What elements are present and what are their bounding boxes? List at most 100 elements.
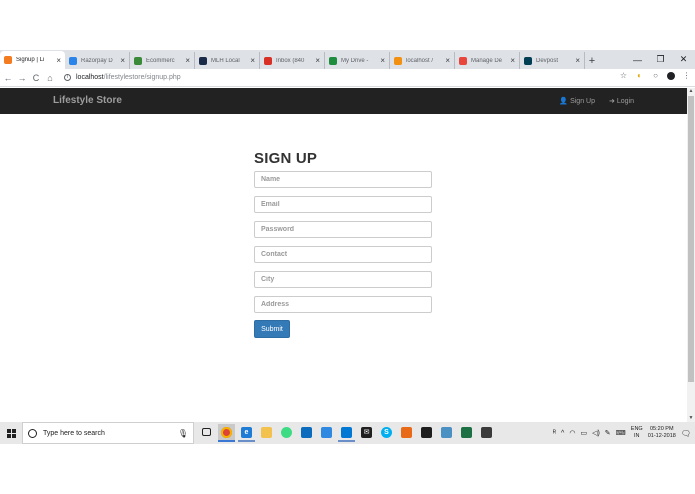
email-input[interactable] (254, 196, 432, 213)
people-icon[interactable]: ᴿ (553, 430, 556, 437)
extension-icon[interactable]: ○ (651, 71, 660, 80)
drive-favicon-icon (329, 56, 337, 65)
browser-tab[interactable]: My Drive - × (325, 52, 390, 69)
wifi-icon[interactable]: ◠ (569, 429, 575, 437)
window-controls: — ❐ ✕ (626, 50, 695, 69)
browser-tab[interactable]: localhost / × (390, 52, 455, 69)
vscode-app-icon[interactable] (338, 424, 355, 442)
android-app-icon[interactable] (278, 424, 295, 442)
browser-menu-icon[interactable]: ⋮ (682, 71, 691, 80)
clock[interactable]: 05:20 PM 01-12-2018 (648, 426, 676, 440)
password-input[interactable] (254, 221, 432, 238)
home-icon[interactable]: ⌂ (44, 70, 56, 86)
address-bar[interactable]: i localhost /lifestylestore/signup.php (64, 71, 584, 85)
excel-app-icon[interactable] (458, 424, 475, 442)
tab-close-icon[interactable]: × (315, 56, 320, 65)
reload-icon[interactable]: C (30, 70, 42, 86)
browser-tab[interactable]: Ecommerc × (130, 52, 195, 69)
scroll-down-icon[interactable]: ▼ (687, 415, 695, 422)
minimize-icon[interactable]: — (626, 50, 649, 69)
address-input[interactable] (254, 296, 432, 313)
tab-close-icon[interactable]: × (56, 56, 61, 65)
chrome-app-icon[interactable] (218, 424, 235, 442)
tab-close-icon[interactable]: × (445, 56, 450, 65)
notes-app-icon[interactable] (438, 424, 455, 442)
page-title: SIGN UP (254, 150, 318, 167)
terminal-app-icon[interactable] (418, 424, 435, 442)
nav-signup-label: Sign Up (570, 97, 595, 105)
browser-tab-label: MLH Local (211, 57, 240, 64)
browser-tab[interactable]: Devpost × (520, 52, 585, 69)
tab-close-icon[interactable]: × (510, 56, 515, 65)
cortana-icon (28, 428, 37, 438)
task-view-icon[interactable] (198, 424, 215, 442)
taskbar-search-box[interactable]: Type here to search 🎙 (22, 422, 194, 444)
submit-button[interactable]: Submit (254, 320, 290, 338)
browser-tab-label: Signup | Li (16, 57, 45, 63)
lifestyle-favicon-icon (4, 56, 12, 64)
nav-links: 👤 Sign Up ➜ Login (559, 97, 634, 106)
clock-date: 01-12-2018 (647, 433, 676, 439)
profile-avatar-icon[interactable] (667, 71, 675, 80)
browser-tab[interactable]: Inbox (840 × (260, 52, 325, 69)
ecommerce-favicon-icon (134, 56, 142, 65)
tab-close-icon[interactable]: × (120, 56, 125, 65)
html-app-icon[interactable] (398, 424, 415, 442)
language-code: ENG (630, 426, 643, 432)
tab-close-icon[interactable]: × (185, 56, 190, 65)
bookmark-star-icon[interactable]: ☆ (619, 71, 628, 80)
user-icon: 👤 (559, 98, 569, 105)
name-input[interactable] (254, 171, 432, 188)
browser-tab[interactable]: Manage De × (455, 52, 520, 69)
taskbar-apps: e ✉ S (198, 424, 495, 442)
contact-input[interactable] (254, 246, 432, 263)
edge-app-icon[interactable]: e (238, 424, 255, 442)
start-button[interactable] (0, 422, 22, 444)
site-navbar: Lifestyle Store 👤 Sign Up ➜ Login (0, 88, 687, 114)
page-scrollbar[interactable]: ▲ ▼ (687, 88, 695, 422)
windows-taskbar: Type here to search 🎙 e ✉ S ᴿ ^ ◠ ▭ ◁) ✎… (0, 422, 695, 444)
browser-tab[interactable]: Razorpay D × (65, 52, 130, 69)
pen-icon[interactable]: ✎ (605, 429, 611, 437)
photos-app-icon[interactable] (298, 424, 315, 442)
browser-tab-label: Razorpay D (81, 57, 113, 64)
site-brand[interactable]: Lifestyle Store (53, 95, 122, 106)
browser-tab[interactable]: MLH Local × (195, 52, 260, 69)
back-icon[interactable]: ← (2, 70, 14, 86)
skype-app-icon[interactable]: S (378, 424, 395, 442)
forward-icon[interactable]: → (16, 70, 28, 86)
tab-close-icon[interactable]: × (250, 56, 255, 65)
system-tray: ᴿ ^ ◠ ▭ ◁) ✎ ⌨ ENG IN 05:20 PM 01-12-201… (553, 422, 695, 444)
nav-login-link[interactable]: ➜ Login (609, 97, 634, 106)
page-viewport: Lifestyle Store 👤 Sign Up ➜ Login SIGN U… (0, 88, 687, 422)
info-icon[interactable]: i (64, 74, 71, 81)
battery-icon[interactable]: ▭ (580, 429, 587, 437)
close-icon[interactable]: ✕ (672, 50, 695, 69)
browser-tab[interactable]: Signup | Li × (0, 51, 65, 69)
box-app-icon[interactable] (318, 424, 335, 442)
mlh-favicon-icon (199, 56, 207, 65)
extension-icon[interactable]: ◐ (635, 71, 644, 80)
browser-tab-label: Devpost (536, 57, 559, 64)
scroll-up-icon[interactable]: ▲ (687, 88, 695, 95)
keyboard-icon[interactable]: ⌨ (616, 429, 626, 437)
scroll-thumb[interactable] (688, 96, 694, 382)
input-language[interactable]: ENG IN (631, 426, 643, 440)
mail-app-icon[interactable]: ✉ (358, 424, 375, 442)
browser-tab-label: My Drive - (341, 57, 369, 64)
maximize-icon[interactable]: ❐ (649, 50, 672, 69)
volume-icon[interactable]: ◁) (592, 429, 600, 437)
file-explorer-icon[interactable] (258, 424, 275, 442)
image-viewer-icon[interactable] (478, 424, 495, 442)
city-input[interactable] (254, 271, 432, 288)
microphone-icon[interactable]: 🎙 (178, 429, 188, 438)
tab-close-icon[interactable]: × (575, 56, 580, 65)
new-tab-icon[interactable]: + (585, 52, 599, 69)
chevron-up-icon[interactable]: ^ (561, 430, 564, 437)
nav-login-label: Login (616, 97, 634, 105)
nav-signup-link[interactable]: 👤 Sign Up (559, 97, 595, 106)
action-center-icon[interactable]: 🗨 (681, 429, 691, 438)
browser-tab-label: localhost / (406, 57, 434, 64)
tab-close-icon[interactable]: × (380, 56, 385, 65)
toolbar-right: ☆ ◐ ○ ⋮ (619, 71, 691, 80)
